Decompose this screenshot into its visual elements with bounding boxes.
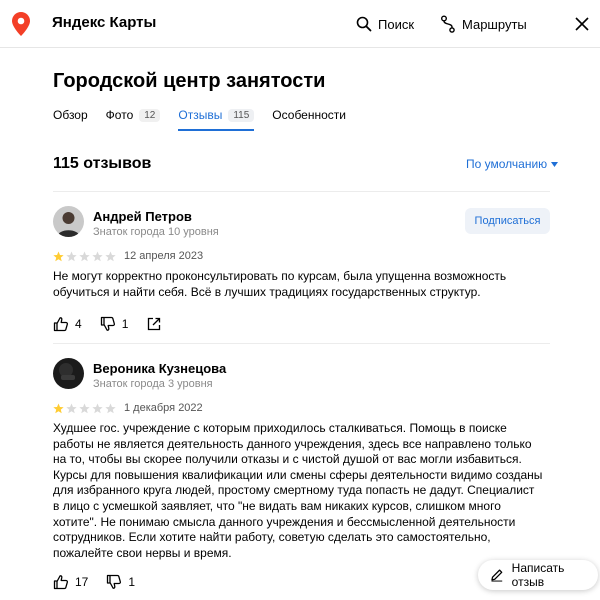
reviews-count-heading: 115 отзывов: [53, 155, 152, 172]
star-empty-icon: [66, 403, 77, 414]
star-filled-icon: [53, 251, 64, 262]
write-review-button[interactable]: Написать отзыв: [478, 560, 598, 590]
thumbs-up-icon: [53, 317, 69, 332]
thumbs-down-icon: [100, 316, 115, 331]
tab-count-badge: 12: [139, 108, 161, 122]
top-bar: Яндекс Карты Поиск Маршруты: [0, 0, 600, 48]
tab-photos[interactable]: Фото 12: [106, 105, 161, 125]
thumbs-down-icon: [107, 574, 122, 589]
like-count: 17: [75, 575, 89, 589]
dislike-count: 1: [128, 575, 136, 589]
sort-dropdown[interactable]: По умолчанию: [466, 157, 559, 171]
tab-overview[interactable]: Обзор: [53, 105, 88, 125]
share-button[interactable]: [146, 316, 162, 332]
rating-stars: [53, 251, 116, 262]
thumbs-up-icon: [53, 575, 69, 590]
tab-reviews[interactable]: Отзывы 115: [178, 105, 255, 131]
review-date: 1 декабря 2022: [124, 402, 203, 414]
review-actions: 17 1: [53, 574, 135, 590]
subscribe-button[interactable]: Подписаться: [465, 208, 550, 234]
review-text: Худшее гос. учреждение с которым приходи…: [53, 421, 543, 560]
tab-features[interactable]: Особенности: [272, 105, 346, 125]
author-level: Знаток города 10 уровня: [93, 226, 219, 238]
write-review-label: Написать отзыв: [511, 561, 565, 589]
like-button[interactable]: 4: [53, 316, 82, 332]
chevron-down-icon: [551, 161, 559, 167]
dislike-count: 1: [121, 317, 129, 331]
star-empty-icon: [105, 403, 116, 414]
app-title[interactable]: Яндекс Карты: [52, 14, 156, 31]
sort-label: По умолчанию: [466, 157, 548, 171]
divider: [53, 343, 550, 344]
star-filled-icon: [53, 403, 64, 414]
review-actions: 4 1: [53, 316, 162, 332]
page-title: Городской центр занятости: [53, 70, 326, 92]
routes-label: Маршруты: [462, 16, 527, 32]
search-icon: [356, 16, 372, 32]
author-level: Знаток города 3 уровня: [93, 378, 213, 390]
pencil-icon: [491, 569, 503, 582]
review-text: Не могут корректно проконсультировать по…: [53, 269, 507, 299]
share-icon: [148, 317, 161, 331]
tab-bar: Обзор Фото 12 Отзывы 115 Особенности: [53, 105, 346, 131]
review-card: Вероника Кузнецова Знаток города 3 уровн…: [53, 358, 550, 598]
star-empty-icon: [92, 403, 103, 414]
star-empty-icon: [92, 251, 103, 262]
tab-label: Особенности: [272, 108, 346, 122]
search-button[interactable]: Поиск: [356, 12, 414, 36]
tab-label: Обзор: [53, 108, 88, 122]
author-name[interactable]: Андрей Петров: [93, 209, 192, 224]
star-empty-icon: [79, 403, 90, 414]
routes-icon: [441, 15, 455, 33]
like-button[interactable]: 17: [53, 574, 88, 590]
star-empty-icon: [66, 251, 77, 262]
tab-label: Отзывы: [178, 108, 223, 122]
routes-button[interactable]: Маршруты: [440, 12, 527, 36]
divider: [53, 191, 550, 192]
review-card: Андрей Петров Знаток города 10 уровня По…: [53, 206, 550, 336]
search-label: Поиск: [378, 16, 415, 32]
tab-label: Фото: [105, 108, 134, 122]
avatar[interactable]: [53, 206, 84, 237]
dislike-button[interactable]: 1: [106, 574, 135, 590]
star-empty-icon: [105, 251, 116, 262]
author-name[interactable]: Вероника Кузнецова: [93, 361, 226, 376]
dislike-button[interactable]: 1: [100, 316, 129, 332]
avatar[interactable]: [53, 358, 84, 389]
map-pin-icon[interactable]: [12, 12, 30, 36]
close-icon[interactable]: [574, 16, 590, 32]
star-empty-icon: [79, 251, 90, 262]
rating-stars: [53, 403, 116, 414]
review-date: 12 апреля 2023: [124, 250, 204, 262]
like-count: 4: [75, 317, 82, 331]
tab-count-badge: 115: [228, 108, 255, 122]
